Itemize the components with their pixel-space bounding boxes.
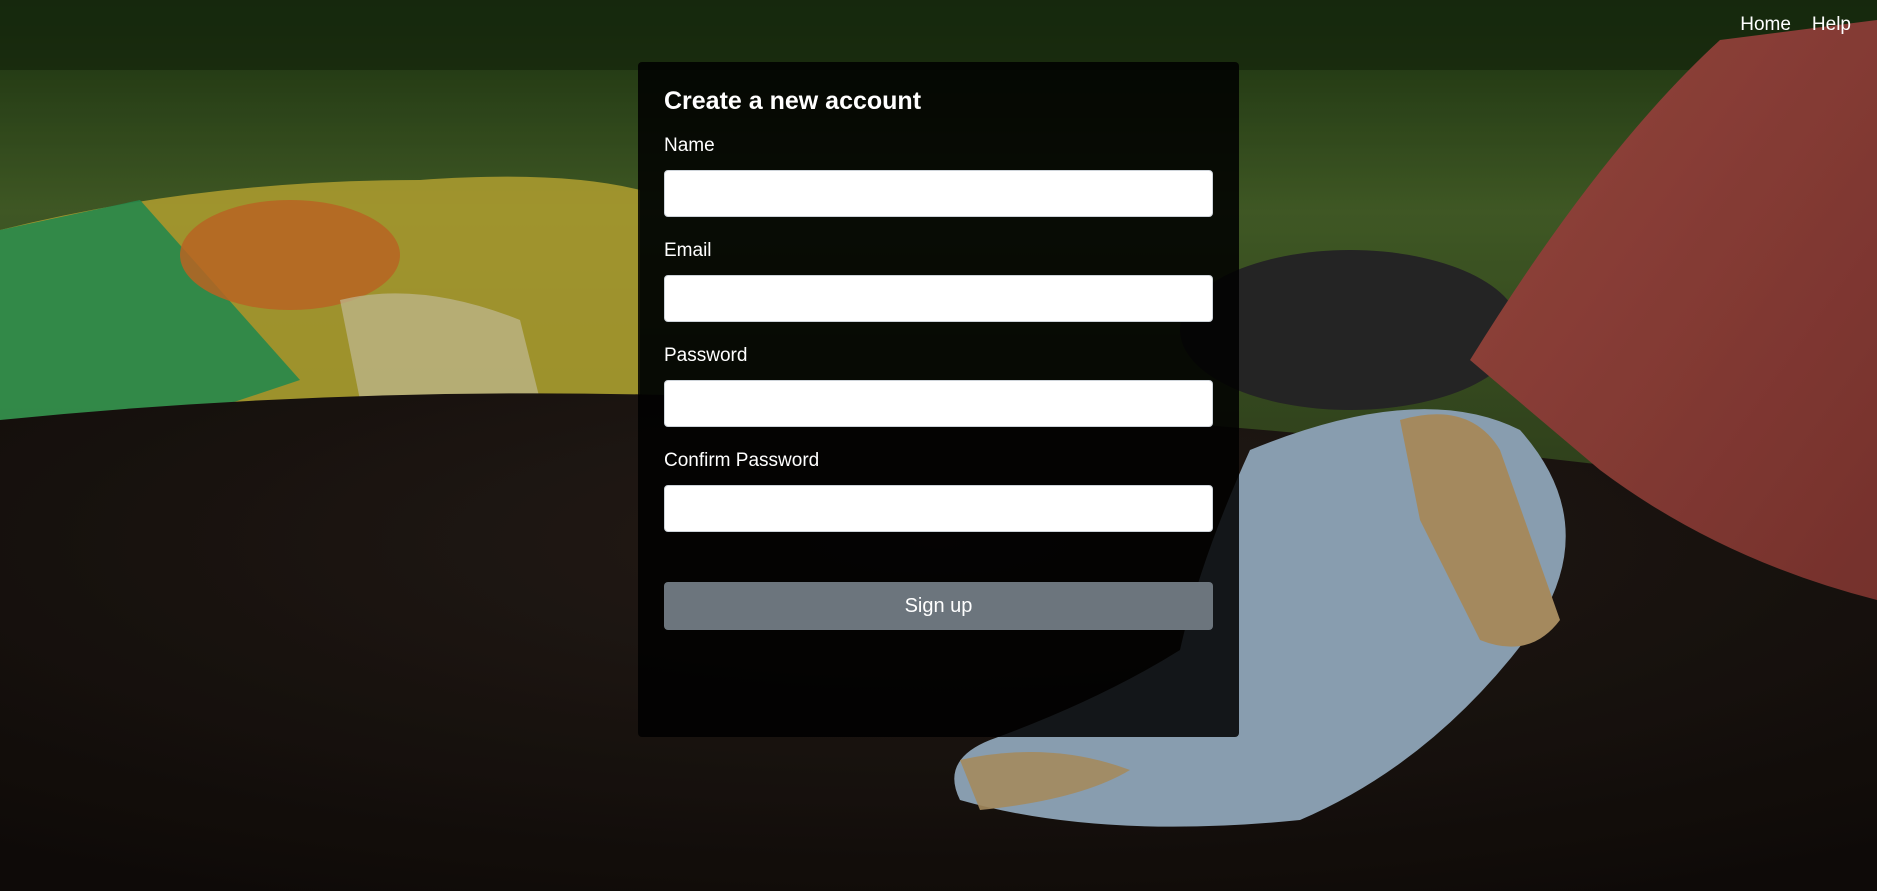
signup-page: Home Help Create a new account Name Emai…: [0, 0, 1877, 891]
sign-up-button[interactable]: Sign up: [664, 582, 1213, 630]
confirm-password-field-group: Confirm Password: [664, 449, 1213, 532]
confirm-password-label: Confirm Password: [664, 450, 820, 471]
password-field-group: Password: [664, 344, 1213, 427]
nav-link-help[interactable]: Help: [1812, 14, 1851, 36]
email-field-group: Email: [664, 239, 1213, 322]
email-input[interactable]: [664, 275, 1213, 322]
nav-link-home[interactable]: Home: [1740, 14, 1791, 36]
name-input[interactable]: [664, 170, 1213, 217]
name-field-group: Name: [664, 134, 1213, 217]
signup-panel: Create a new account Name Email Password…: [638, 62, 1239, 737]
password-label: Password: [664, 345, 748, 366]
name-label: Name: [664, 135, 715, 156]
confirm-password-input[interactable]: [664, 485, 1213, 532]
email-label: Email: [664, 240, 712, 261]
password-input[interactable]: [664, 380, 1213, 427]
top-navigation: Home Help: [1740, 14, 1851, 36]
form-title: Create a new account: [664, 87, 922, 115]
